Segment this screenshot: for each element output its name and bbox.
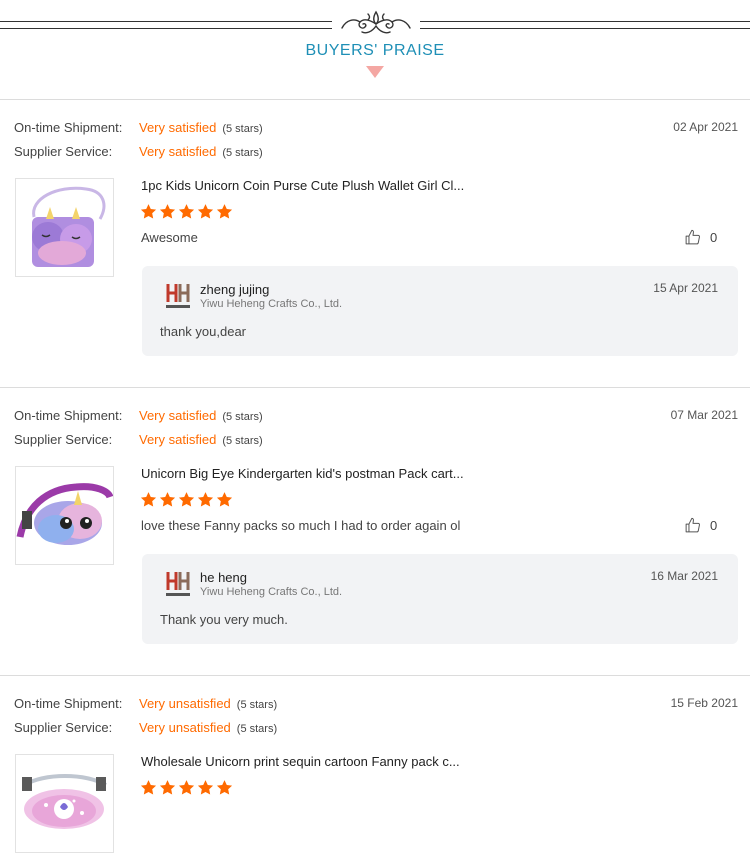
- hh-logo-icon: [166, 572, 190, 596]
- header-arrow-decoration: [366, 66, 384, 78]
- header-rule-right-top: [420, 21, 750, 22]
- hh-logo-icon: [166, 284, 190, 308]
- shipment-rating: On-time Shipment: Very unsatisfied (5 star…: [14, 696, 277, 711]
- star-icon: [178, 204, 195, 219]
- review-date: 02 Apr 2021: [673, 120, 738, 134]
- review-card: On-time Shipment: Very satisfied (5 stars)…: [0, 100, 750, 387]
- star-icon: [159, 492, 176, 507]
- unicorn-purse-image: [32, 186, 106, 267]
- review-card: On-time Shipment: Very satisfied (5 stars)…: [0, 388, 750, 675]
- section-header: BUYERS' PRAISE: [0, 0, 750, 100]
- star-icon: [140, 492, 157, 507]
- sequin-fanny-pack-image: [22, 774, 107, 829]
- scroll-ornament-icon: [341, 10, 411, 34]
- shipment-value: Very satisfied: [139, 408, 217, 423]
- product-star-rating: [140, 491, 233, 508]
- product-thumbnail[interactable]: [15, 178, 114, 277]
- star-icon: [197, 204, 214, 219]
- header-rule-left-top: [0, 21, 332, 22]
- star-icon: [197, 492, 214, 507]
- thumbs-up-icon: [685, 229, 700, 245]
- supplier-reply: he heng Yiwu Heheng Crafts Co., Ltd. 16 …: [142, 554, 738, 644]
- review-card: On-time Shipment: Very unsatisfied (5 star…: [0, 676, 750, 859]
- review-comment: love these Fanny packs so much I had to …: [141, 518, 461, 533]
- supplier-reply: zheng jujing Yiwu Heheng Crafts Co., Ltd…: [142, 266, 738, 356]
- star-icon: [159, 780, 176, 795]
- page-title: BUYERS' PRAISE: [305, 42, 445, 59]
- shipment-stars-text: (5 stars): [222, 411, 263, 423]
- shipment-label: On-time Shipment:: [14, 696, 123, 711]
- service-value: Very satisfied: [139, 432, 217, 447]
- shipment-stars-text: (5 stars): [236, 699, 278, 711]
- star-icon: [159, 204, 176, 219]
- service-stars-text: (5 stars): [222, 435, 263, 447]
- product-title-link[interactable]: 1pc Kids Unicorn Coin Purse Cute Plush W…: [141, 178, 464, 193]
- reply-text: thank you,dear: [160, 324, 247, 339]
- service-label: Supplier Service:: [14, 144, 113, 159]
- service-stars-text: (5 stars): [236, 723, 278, 735]
- service-label: Supplier Service:: [14, 432, 113, 447]
- star-icon: [216, 780, 233, 795]
- star-icon: [140, 780, 157, 795]
- reply-date: 15 Apr 2021: [653, 281, 718, 295]
- thumbs-up-icon: [685, 517, 700, 533]
- star-icon: [216, 204, 233, 219]
- star-icon: [178, 492, 195, 507]
- shipment-value: Very unsatisfied: [139, 696, 231, 711]
- star-icon: [216, 492, 233, 507]
- product-title-link[interactable]: Wholesale Unicorn print sequin cartoon F…: [141, 754, 460, 769]
- product-star-rating: [140, 203, 233, 220]
- reply-author-name: zheng jujing: [200, 282, 270, 297]
- shipment-label: On-time Shipment:: [14, 408, 123, 423]
- reply-author-name: he heng: [200, 570, 247, 585]
- shipment-stars-text: (5 stars): [222, 123, 263, 135]
- shipment-label: On-time Shipment:: [14, 120, 123, 135]
- like-button[interactable]: 0: [684, 229, 717, 246]
- service-rating: Supplier Service: Very satisfied (5 stars): [14, 144, 263, 159]
- reply-company: Yiwu Heheng Crafts Co., Ltd.: [200, 586, 343, 598]
- service-rating: Supplier Service: Very satisfied (5 stars): [14, 432, 263, 447]
- reply-text: Thank you very much.: [160, 612, 288, 627]
- shipment-value: Very satisfied: [139, 120, 217, 135]
- review-comment: Awesome: [141, 230, 198, 245]
- star-icon: [140, 204, 157, 219]
- like-count: 0: [710, 230, 718, 245]
- service-rating: Supplier Service: Very unsatisfied (5 star…: [14, 720, 277, 735]
- star-icon: [197, 780, 214, 795]
- service-value: Very satisfied: [139, 144, 217, 159]
- like-count: 0: [710, 518, 718, 533]
- reply-date: 16 Mar 2021: [650, 569, 718, 583]
- unicorn-fanny-pack-image: [16, 483, 114, 545]
- star-icon: [178, 780, 195, 795]
- product-thumbnail[interactable]: [15, 466, 114, 565]
- like-button[interactable]: 0: [684, 517, 717, 534]
- service-stars-text: (5 stars): [222, 147, 263, 159]
- product-thumbnail[interactable]: [15, 754, 114, 853]
- review-date: 15 Feb 2021: [670, 696, 738, 710]
- reply-company: Yiwu Heheng Crafts Co., Ltd.: [200, 298, 343, 310]
- shipment-rating: On-time Shipment: Very satisfied (5 stars): [14, 408, 263, 423]
- service-label: Supplier Service:: [14, 720, 113, 735]
- header-rule-right-bottom: [420, 28, 750, 29]
- shipment-rating: On-time Shipment: Very satisfied (5 stars): [14, 120, 263, 135]
- review-date: 07 Mar 2021: [670, 408, 738, 422]
- product-title-link[interactable]: Unicorn Big Eye Kindergarten kid's postm…: [141, 466, 464, 481]
- product-star-rating: [140, 779, 233, 796]
- service-value: Very unsatisfied: [139, 720, 231, 735]
- header-rule-left-bottom: [0, 28, 332, 29]
